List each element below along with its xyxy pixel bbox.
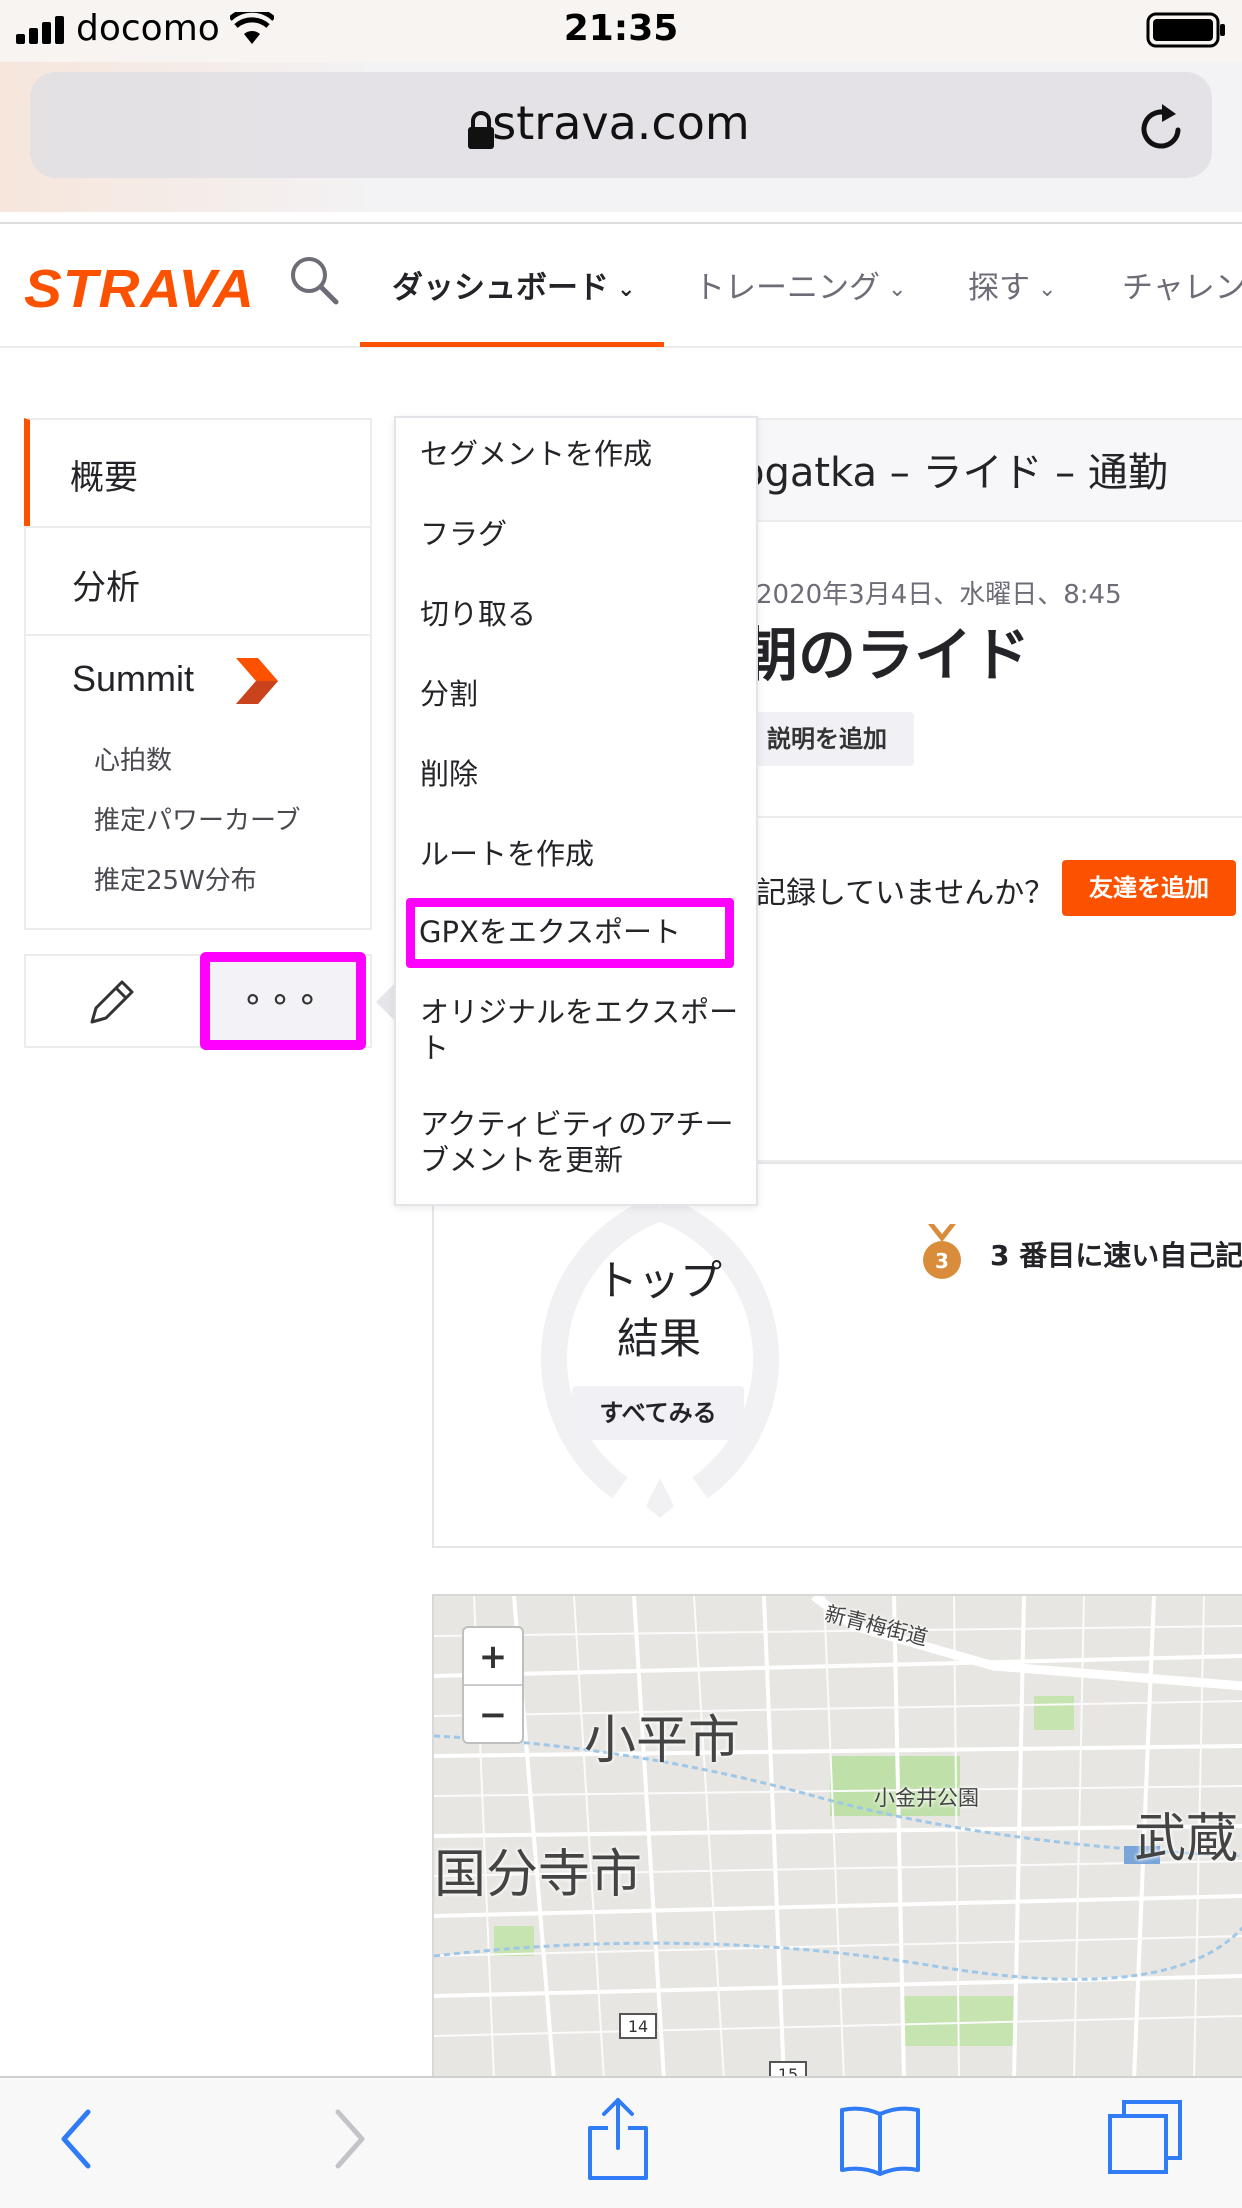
personal-record-text: 3 番目に速い自己記 — [990, 1239, 1242, 1272]
nav-training[interactable]: トレーニング ⌄ — [694, 262, 906, 307]
sidebar-item-label: 分析 — [72, 568, 140, 608]
browser-address-area: strava.com — [0, 62, 1242, 212]
back-icon[interactable] — [56, 2104, 96, 2174]
sidebar-summit-section: Summit 心拍数 推定パワーカーブ 推定25W分布 — [24, 634, 372, 930]
friends-prompt: 記録していませんか？ — [756, 876, 1055, 911]
menu-item-refresh-achievements[interactable]: アクティビティのアチーブメントを更新 — [420, 1106, 740, 1178]
map-label-kokubunji: 国分寺市 — [434, 1845, 643, 1905]
menu-item-split[interactable]: 分割 — [420, 676, 740, 712]
search-icon[interactable] — [288, 254, 340, 306]
map-label-kodaira: 小平市 — [584, 1711, 741, 1771]
sidebar-item-label: 概要 — [70, 458, 138, 498]
sidebar-item-power-curve[interactable]: 推定パワーカーブ — [94, 800, 300, 837]
nav-challenges[interactable]: チャレン — [1122, 262, 1242, 307]
more-actions-menu: セグメントを作成 フラグ 切り取る 分割 削除 ルートを作成 GPXをエクスポー… — [394, 416, 758, 1206]
nav-explore-label: 探す — [968, 270, 1030, 306]
see-all-button[interactable]: すべてみる — [572, 1386, 744, 1440]
activity-date: 2020年3月4日、水曜日、8:45 — [756, 580, 1122, 610]
nav-dashboard[interactable]: ダッシュボード ⌄ — [392, 262, 635, 307]
sidebar-item-analysis[interactable]: 分析 — [24, 526, 372, 636]
pencil-icon[interactable] — [86, 976, 138, 1028]
reload-icon[interactable] — [1138, 102, 1186, 154]
bronze-medal-icon: 3 — [923, 1224, 961, 1279]
sidebar-item-overview[interactable]: 概要 — [24, 418, 372, 528]
menu-item-crop[interactable]: 切り取る — [420, 596, 740, 632]
divider — [740, 816, 1242, 818]
battery-icon — [1146, 12, 1225, 48]
tabs-icon[interactable] — [1106, 2098, 1184, 2176]
active-tab-indicator — [360, 342, 664, 347]
menu-item-flag[interactable]: フラグ — [420, 516, 740, 552]
top-results-line-1: トップ — [595, 1256, 722, 1305]
add-description-button[interactable]: 説明を追加 — [740, 712, 914, 766]
map-zoom-controls: + − — [462, 1626, 524, 1744]
chevron-down-icon: ⌄ — [617, 277, 636, 302]
chevron-down-icon: ⌄ — [1038, 277, 1057, 302]
menu-pointer — [376, 984, 394, 1020]
strava-logo[interactable]: STRAVA — [24, 258, 255, 320]
forward-icon[interactable] — [330, 2104, 370, 2174]
top-results-line-2: 結果 — [616, 1314, 701, 1363]
site-nav: STRAVA ダッシュボード ⌄ トレーニング ⌄ 探す ⌄ チャレン — [0, 222, 1242, 348]
menu-item-delete[interactable]: 削除 — [420, 756, 740, 792]
more-actions-button[interactable]: ∘∘∘ — [200, 952, 366, 1050]
medal-number: 3 — [935, 1249, 949, 1273]
nav-dashboard-label: ダッシュボード — [392, 270, 609, 306]
sidebar-item-summit[interactable]: Summit — [72, 658, 194, 700]
nav-training-label: トレーニング — [694, 270, 880, 306]
zoom-in-button[interactable]: + — [464, 1628, 522, 1686]
menu-item-create-route[interactable]: ルートを作成 — [420, 836, 740, 872]
share-icon[interactable] — [586, 2096, 650, 2182]
sidebar-item-power-distribution[interactable]: 推定25W分布 — [94, 860, 257, 897]
activity-name: 朝のライド — [740, 621, 1031, 689]
url-text: strava.com — [492, 96, 750, 150]
menu-item-export-gpx[interactable]: GPXをエクスポート — [406, 898, 734, 968]
map-label-koganei-park: 小金井公園 — [874, 1786, 979, 1810]
activity-map[interactable]: 14 15 新青梅街道 小平市 小金井公園 国分寺市 武蔵 + − — [432, 1594, 1242, 2078]
top-results-label: トップ 結果 — [524, 1252, 794, 1368]
address-bar[interactable]: strava.com — [30, 72, 1212, 178]
browser-toolbar — [0, 2076, 1242, 2208]
top-results-card: トップ 結果 すべてみる 3 3 番目に速い自己記 — [432, 1162, 1242, 1548]
menu-item-export-original[interactable]: オリジナルをエクスポート — [420, 994, 740, 1066]
menu-item-create-segment[interactable]: セグメントを作成 — [420, 436, 740, 472]
summit-chevron-icon — [236, 658, 278, 704]
road-number: 14 — [628, 2017, 648, 2036]
nav-explore[interactable]: 探す ⌄ — [968, 262, 1056, 307]
add-friend-button[interactable]: 友達を追加 — [1062, 860, 1236, 916]
sidebar-item-heart-rate[interactable]: 心拍数 — [94, 740, 172, 777]
status-time: 21:35 — [563, 8, 679, 49]
status-bar: docomo 21:35 — [0, 0, 1242, 62]
activity-header-title: ogatka – ライド – 通勤 — [740, 450, 1168, 496]
chevron-down-icon: ⌄ — [888, 277, 907, 302]
map-label-musashi: 武蔵 — [1134, 1809, 1239, 1869]
bookmarks-icon[interactable] — [838, 2104, 922, 2176]
zoom-out-button[interactable]: − — [464, 1686, 522, 1744]
